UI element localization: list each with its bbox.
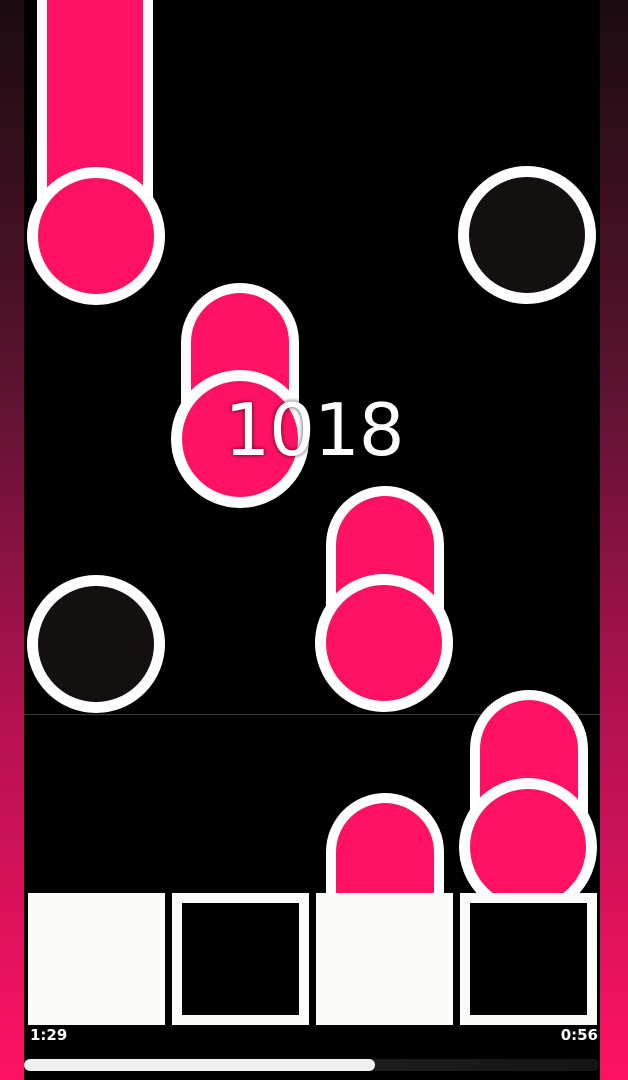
left-border-gradient	[0, 0, 24, 1080]
score-counter: 1018	[224, 388, 404, 472]
song-progress-fill	[24, 1059, 376, 1071]
empty-note	[458, 166, 596, 304]
tap-pad-lane-4[interactable]	[460, 893, 597, 1025]
right-border-gradient	[600, 0, 628, 1080]
tap-pad-lane-2[interactable]	[172, 893, 309, 1025]
tap-pad-lane-3[interactable]	[316, 893, 453, 1025]
elapsed-time: 1:29	[30, 1026, 68, 1044]
hold-note-head	[27, 167, 165, 305]
hold-note-trail	[326, 793, 444, 903]
remaining-time: 0:56	[560, 1026, 598, 1044]
empty-note	[27, 575, 165, 713]
song-progress-bar[interactable]	[24, 1059, 600, 1071]
hold-note-head	[315, 574, 453, 712]
tap-pad-lane-1[interactable]	[28, 893, 165, 1025]
